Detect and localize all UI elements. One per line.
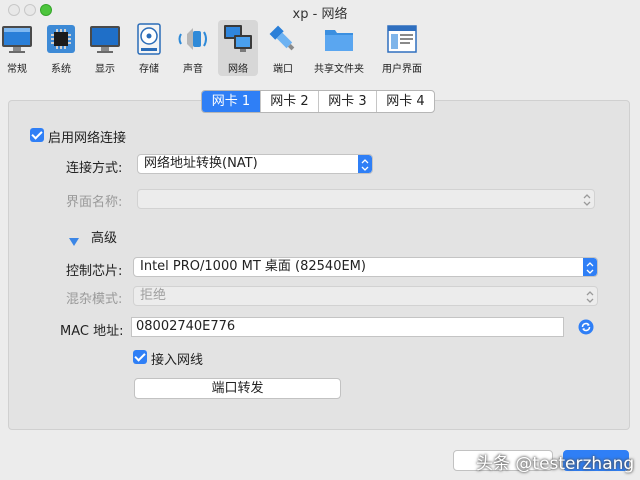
enable-network-label: 启用网络连接: [48, 131, 127, 146]
interface-name-label: 界面名称:: [66, 195, 123, 210]
user-interface-icon: [386, 23, 418, 55]
refresh-mac-icon[interactable]: [578, 319, 594, 335]
toolbar-item-shared-folders[interactable]: 共享文件夹: [312, 20, 366, 76]
toolbar-item-system[interactable]: 系统: [44, 20, 78, 76]
toolbar-item-general[interactable]: 常规: [0, 20, 34, 76]
disclosure-triangle-icon[interactable]: [69, 231, 79, 250]
toolbar-item-network[interactable]: 网络: [218, 20, 258, 76]
toolbar-label-general: 常规: [7, 64, 27, 75]
serial-port-icon: [267, 23, 299, 55]
toolbar-item-user-interface[interactable]: 用户界面: [378, 20, 426, 76]
adapter-type-label: 控制芯片:: [66, 264, 123, 279]
tab-adapter-1[interactable]: 网卡 1: [202, 91, 260, 112]
adapter-type-value: Intel PRO/1000 MT 桌面 (82540EM): [140, 259, 366, 274]
general-monitor-icon: [1, 23, 33, 55]
port-forwarding-button[interactable]: 端口转发: [134, 378, 341, 399]
promiscuous-mode-label: 混杂模式:: [66, 292, 123, 307]
speaker-icon: [177, 23, 209, 55]
network-icon: [222, 23, 254, 55]
adapter-tabs: 网卡 1 网卡 2 网卡 3 网卡 4: [201, 90, 435, 113]
tab-adapter-2[interactable]: 网卡 2: [260, 91, 318, 112]
toolbar-label-audio: 声音: [183, 64, 203, 75]
mac-address-input[interactable]: 08002740E776: [131, 317, 564, 337]
toolbar-label-network: 网络: [228, 64, 248, 75]
title-bar: xp - 网络: [0, 0, 640, 22]
toolbar-label-shared-folders: 共享文件夹: [314, 64, 364, 75]
toolbar-label-display: 显示: [95, 64, 115, 75]
connection-type-value: 网络地址转换(NAT): [144, 156, 258, 171]
adapter-type-select[interactable]: Intel PRO/1000 MT 桌面 (82540EM): [133, 257, 598, 277]
updown-arrows-icon: [580, 190, 594, 208]
tab-adapter-4[interactable]: 网卡 4: [376, 91, 434, 112]
toolbar-item-ports[interactable]: 端口: [266, 20, 300, 76]
settings-window: xp - 网络 常规 系统 显示 存储 声音 网络 端口 共享文件夹 用户界面 …: [0, 0, 640, 480]
chip-icon: [45, 23, 77, 55]
updown-arrows-icon: [358, 155, 372, 173]
updown-arrows-icon: [583, 287, 597, 305]
toolbar-item-audio[interactable]: 声音: [176, 20, 210, 76]
disk-icon: [133, 23, 165, 55]
display-monitor-icon: [89, 23, 121, 55]
toolbar-label-system: 系统: [51, 64, 71, 75]
connection-type-label: 连接方式:: [66, 161, 123, 176]
promiscuous-mode-select[interactable]: 拒绝: [133, 286, 598, 306]
settings-toolbar: 常规 系统 显示 存储 声音 网络 端口 共享文件夹 用户界面: [0, 20, 640, 78]
promiscuous-mode-value: 拒绝: [140, 288, 167, 303]
interface-name-select[interactable]: [137, 189, 595, 209]
cable-connected-label: 接入网线: [151, 353, 204, 368]
toolbar-label-user-interface: 用户界面: [382, 64, 422, 75]
mac-address-label: MAC 地址:: [60, 324, 124, 339]
cable-connected-checkbox[interactable]: [133, 350, 147, 364]
watermark-text: 头条 @testerzhang: [476, 454, 635, 474]
connection-type-select[interactable]: 网络地址转换(NAT): [137, 154, 373, 174]
toolbar-item-storage[interactable]: 存储: [132, 20, 166, 76]
enable-network-checkbox[interactable]: [30, 128, 44, 142]
toolbar-label-ports: 端口: [273, 64, 293, 75]
tab-adapter-3[interactable]: 网卡 3: [318, 91, 376, 112]
advanced-label[interactable]: 高级: [91, 227, 117, 246]
updown-arrows-icon: [583, 258, 597, 276]
toolbar-label-storage: 存储: [139, 64, 159, 75]
folder-icon: [323, 23, 355, 55]
toolbar-item-display[interactable]: 显示: [88, 20, 122, 76]
